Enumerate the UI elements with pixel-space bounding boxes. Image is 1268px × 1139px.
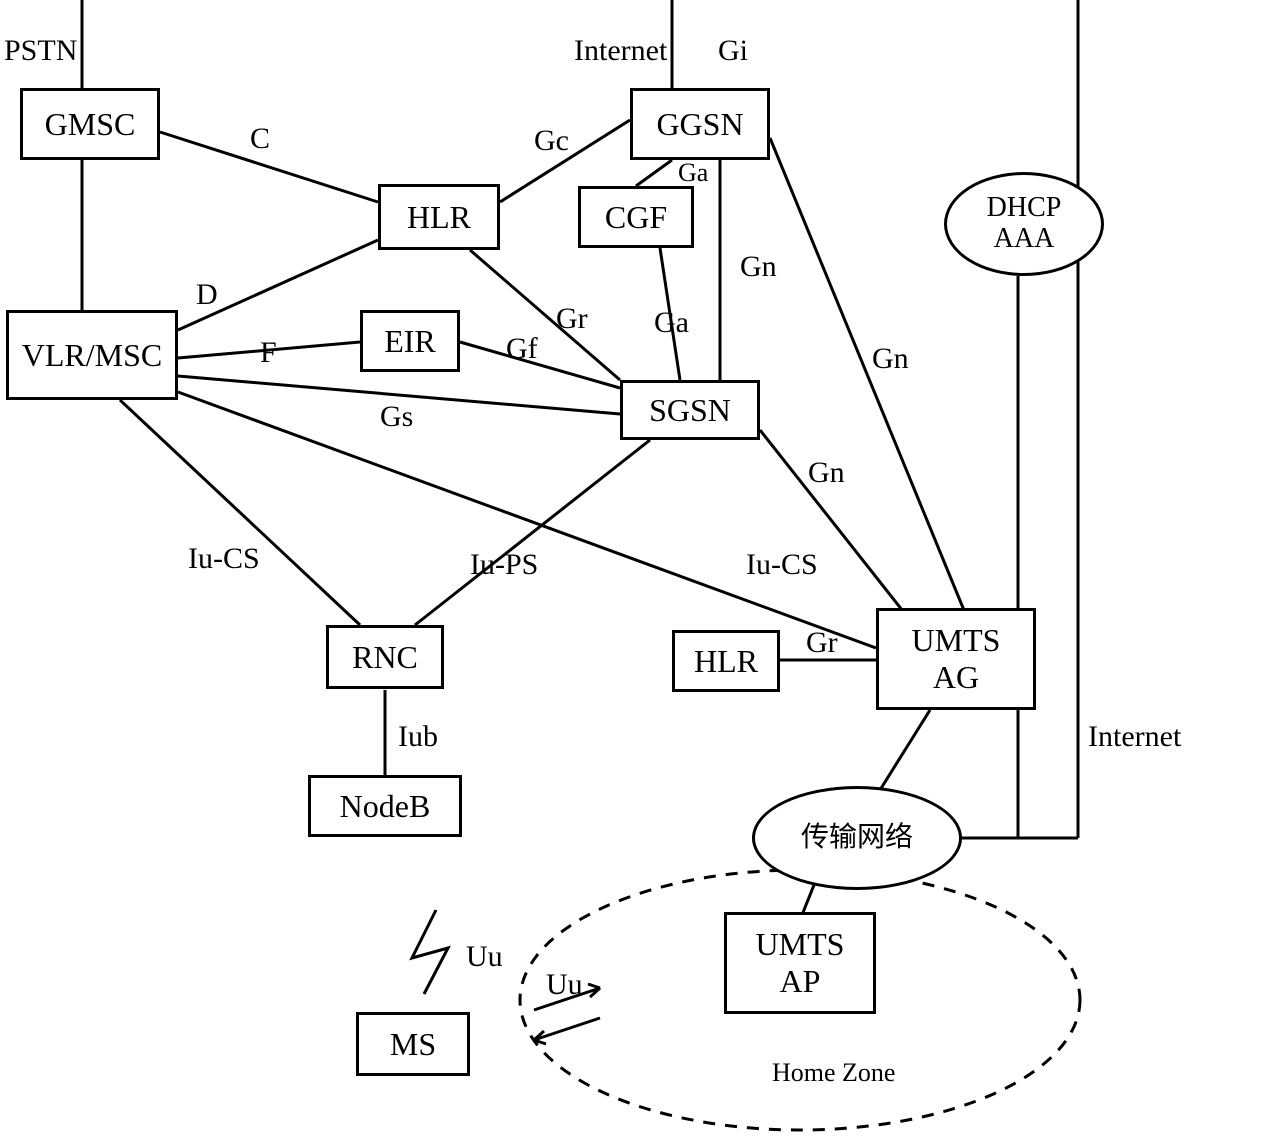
node-nodeb: NodeB <box>308 775 462 837</box>
label-uu: Uu <box>466 940 503 974</box>
label-pstn: PSTN <box>4 34 77 68</box>
node-gmsc: GMSC <box>20 88 160 160</box>
label-uu2: Uu <box>546 968 583 1002</box>
label-ga-top: Ga <box>678 158 708 188</box>
node-hlr2: HLR <box>672 630 780 692</box>
node-dhcp-aaa: DHCP AAA <box>944 172 1104 276</box>
node-hlr: HLR <box>378 184 500 250</box>
label-iu-cs2: Iu-CS <box>746 548 818 582</box>
node-sgsn: SGSN <box>620 380 760 440</box>
label-iub: Iub <box>398 720 438 754</box>
label-iu-cs1: Iu-CS <box>188 542 260 576</box>
label-internet-top: Internet <box>574 34 667 68</box>
node-ms: MS <box>356 1012 470 1076</box>
node-label: CGF <box>605 199 667 236</box>
label-gi: Gi <box>718 34 748 68</box>
node-label: NodeB <box>340 788 431 825</box>
node-label: UMTS AG <box>912 622 1001 696</box>
node-rnc: RNC <box>326 625 444 689</box>
label-gf: Gf <box>506 332 538 366</box>
label-gs: Gs <box>380 400 413 434</box>
node-transport-network: 传输网络 <box>752 786 962 890</box>
node-label: SGSN <box>649 392 731 429</box>
node-label: 传输网络 <box>801 823 913 854</box>
node-vlr-msc: VLR/MSC <box>6 310 178 400</box>
node-label: HLR <box>407 199 471 236</box>
label-d: D <box>196 278 218 312</box>
label-iu-ps: Iu-PS <box>470 548 538 582</box>
node-label: DHCP AAA <box>987 193 1062 255</box>
label-gr: Gr <box>556 302 588 336</box>
node-label: VLR/MSC <box>22 337 162 374</box>
node-cgf: CGF <box>578 186 694 248</box>
label-ga-mid: Ga <box>654 306 689 340</box>
node-label: EIR <box>384 323 436 360</box>
label-gn1: Gn <box>740 250 777 284</box>
label-gn2: Gn <box>872 342 909 376</box>
node-label: MS <box>390 1026 436 1063</box>
label-c: C <box>250 122 270 156</box>
node-label: HLR <box>694 643 758 680</box>
node-umts-ap: UMTS AP <box>724 912 876 1014</box>
label-f: F <box>260 336 277 370</box>
label-gr2: Gr <box>806 626 838 660</box>
node-label: GGSN <box>656 106 743 143</box>
node-ggsn: GGSN <box>630 88 770 160</box>
node-eir: EIR <box>360 310 460 372</box>
node-label: UMTS AP <box>756 926 845 1000</box>
node-label: RNC <box>352 639 418 676</box>
label-home-zone: Home Zone <box>772 1058 895 1088</box>
label-gc: Gc <box>534 124 569 158</box>
label-internet-right: Internet <box>1088 720 1181 754</box>
label-gn3: Gn <box>808 456 845 490</box>
node-umts-ag: UMTS AG <box>876 608 1036 710</box>
node-label: GMSC <box>45 106 136 143</box>
